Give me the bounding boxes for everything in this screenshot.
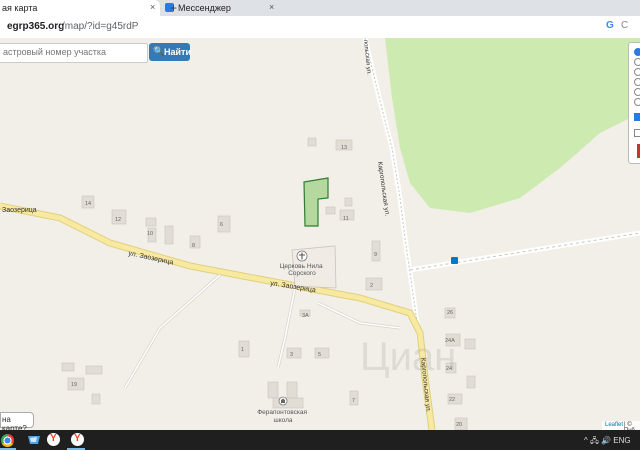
bus-stop-icon [451,257,458,264]
new-tab-button[interactable]: + [170,1,177,15]
house-number: 1 [241,347,244,353]
house-number: 8 [192,243,195,249]
url-path: /map/?id=g45rdP [62,21,139,32]
browser-tab-strip: ая карта × Мессенджер × + [0,0,640,16]
church-label-line2: Сорского [288,270,316,277]
map-attribution: Leaflet | © Пуб [602,421,640,434]
poi-label-school: Ферапонтовская школа [257,409,309,424]
layer-checkbox[interactable] [634,129,640,137]
find-button-label: Найти [164,47,191,57]
house-number: 3А [302,313,309,319]
street-label: Каргопольская ул. [376,161,391,217]
close-tab-icon[interactable]: × [269,2,274,12]
files-taskbar-icon[interactable] [26,432,42,448]
house-number: 9 [374,252,377,258]
find-button[interactable]: 🔍 Найти [149,43,191,61]
house-number: 22 [449,397,455,403]
address-bar[interactable]: egrp365.org /map/?id=g45rdP G C [0,16,640,39]
google-extension-icon[interactable]: G [606,20,614,31]
house-number: 20 [456,422,462,428]
house-number: 14 [85,201,91,207]
windows-taskbar: Y Y ^ 🖧 🔊 ENG [0,430,640,450]
layer-radio[interactable] [634,68,640,76]
street-label: польская ул. [362,40,372,76]
yandex-browser-taskbar-icon[interactable]: Y [46,432,62,448]
house-number: 2 [370,283,373,289]
extension-icon[interactable]: C [621,20,628,31]
layer-checkbox[interactable] [634,113,640,121]
search-icon: 🔍 [153,46,165,56]
browser-tab-messenger[interactable]: Мессенджер × [163,0,281,16]
cian-watermark: Циан [360,335,457,379]
leaflet-link[interactable]: Leaflet [605,422,623,428]
map-question-link[interactable]: на карте? [0,412,34,433]
house-number: 7 [352,398,355,404]
house-number: 19 [71,382,77,388]
street-label: Заозерица [2,207,37,214]
forest-area [385,38,640,213]
cadastral-search-box[interactable] [0,43,148,63]
layer-radio[interactable] [634,58,640,66]
map-canvas[interactable]: Заозерица ул. Заозерица ул. Заозерица Ка… [0,38,640,430]
house-number: 13 [341,145,347,151]
house-number: 6 [220,222,223,228]
house-number: 26 [447,310,453,316]
layer-radio[interactable] [634,78,640,86]
main-road [0,202,436,430]
tab-label: ая карта [2,3,38,13]
house-number: 3 [290,352,293,358]
house-number: 10 [147,231,153,237]
url-domain: egrp365.org [7,21,65,32]
cadastral-search-input[interactable] [0,44,143,60]
tab-label: Мессенджер [178,3,231,13]
system-tray[interactable]: ^ 🖧 🔊 ENG [584,435,631,449]
church-label-line1: Церковь Нила [280,263,323,270]
close-tab-icon[interactable]: × [150,2,155,12]
selected-parcel [303,177,329,227]
chrome-taskbar-icon[interactable] [1,434,14,447]
house-number: 12 [115,217,121,223]
layer-control-panel[interactable] [628,42,640,164]
layer-radio[interactable] [634,88,640,96]
layer-radio[interactable] [634,48,640,56]
browser-tab-map[interactable]: ая карта × [0,0,160,16]
house-number: 11 [343,216,349,222]
house-number: 5 [318,352,321,358]
layer-radio[interactable] [634,98,640,106]
yandex-browser-taskbar-icon[interactable]: Y [70,432,86,448]
